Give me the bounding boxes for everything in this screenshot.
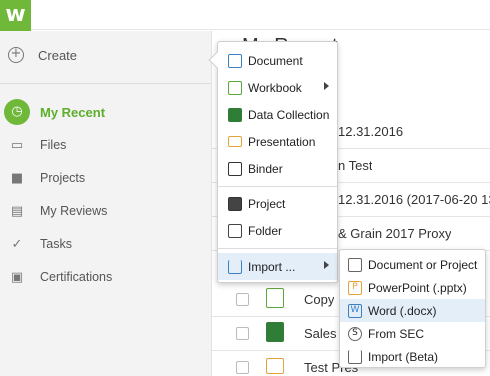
submenu-item-import-beta[interactable]: Import (Beta) [340,345,485,368]
menu-item-workbook[interactable]: Workbook [218,74,337,101]
sidebar-item-my-recent[interactable]: ◷ My Recent [4,99,106,125]
data-collection-icon [266,322,284,342]
row-checkbox[interactable] [236,327,249,340]
briefcase-icon [228,196,242,211]
document-project-icon [348,257,362,272]
menu-item-label: Folder [248,223,283,238]
menu-item-label: Project [248,196,286,211]
file-name: Copy [304,292,335,307]
presentation-icon [228,136,242,147]
file-name: 12.31.2016 (2017-06-20 13 [338,192,490,207]
file-name: & Grain 2017 Proxy [338,226,452,241]
sidebar: + Create ◷ My Recent ▭ Files ■ Projects … [0,31,212,376]
submenu-item-powerpoint[interactable]: P PowerPoint (.pptx) [340,276,485,299]
sidebar-item-label: My Recent [40,104,106,120]
menu-item-data-collection[interactable]: Data Collection [218,101,337,128]
submenu-item-label: Document or Project [368,257,478,272]
check-circle-icon: ✓ [11,236,23,252]
sidebar-item-projects[interactable]: ■ Projects [8,167,85,189]
comment-icon: ▤ [10,203,24,219]
file-name: 12.31.2016 [338,124,404,139]
submenu-item-label: PowerPoint (.pptx) [368,280,467,295]
sidebar-item-certifications[interactable]: ▣ Certifications [8,266,112,288]
folder-icon: ▭ [10,137,24,153]
presentation-icon [266,358,284,374]
workiva-logo[interactable]: w [0,0,31,31]
submenu-item-label: From SEC [368,326,425,341]
import-submenu: Document or Project P PowerPoint (.pptx)… [339,249,486,368]
sidebar-item-label: Projects [40,171,86,185]
menu-item-label: Data Collection [248,107,330,122]
sidebar-item-label: Files [40,138,67,152]
powerpoint-icon: P [348,280,362,295]
sidebar-item-label: My Reviews [40,204,108,218]
submenu-item-word[interactable]: W Word (.docx) [340,299,485,322]
clock-icon: ◷ [4,99,30,125]
chevron-right-icon [324,82,329,90]
workbook-icon [228,80,242,95]
menu-item-label: Workbook [248,80,302,95]
import-icon [228,259,242,274]
sidebar-item-tasks[interactable]: ✓ Tasks [8,233,72,255]
menu-item-label: Import ... [248,259,296,274]
create-menu: Document Workbook Data Collection Presen… [208,41,338,283]
submenu-item-label: Import (Beta) [368,349,439,364]
folder-icon [228,223,242,238]
binder-icon [228,161,242,176]
row-checkbox[interactable] [236,361,249,374]
create-label: Create [38,47,78,63]
menu-item-folder[interactable]: Folder [218,217,337,244]
file-name: Sales [304,326,337,341]
menu-divider [218,186,337,187]
submenu-item-document-or-project[interactable]: Document or Project [340,253,485,276]
word-icon: W [348,303,362,318]
create-button[interactable]: + Create [8,45,77,65]
menu-item-label: Binder [248,161,283,176]
plus-circle-icon: + [8,47,24,63]
workbook-icon [266,288,284,308]
chevron-right-icon [324,261,329,269]
data-collection-icon [228,107,242,122]
submenu-item-label: Word (.docx) [368,303,437,318]
menu-item-binder[interactable]: Binder [218,155,337,182]
briefcase-icon: ■ [10,170,24,186]
menu-item-document[interactable]: Document [218,47,337,74]
sec-icon: S [348,326,362,341]
menu-divider [218,248,337,249]
sidebar-divider [0,83,212,84]
menu-item-presentation[interactable]: Presentation [218,128,337,155]
row-checkbox[interactable] [236,293,249,306]
menu-item-label: Presentation [248,134,316,149]
sidebar-item-files[interactable]: ▭ Files [8,134,67,156]
top-bar: w [0,0,490,31]
sidebar-item-label: Tasks [40,237,72,251]
sidebar-item-label: Certifications [40,270,113,284]
certificate-icon: ▣ [10,269,24,285]
menu-item-label: Document [248,53,303,68]
sidebar-item-my-reviews[interactable]: ▤ My Reviews [8,200,108,222]
import-icon [348,349,362,364]
menu-item-project[interactable]: Project [218,190,337,217]
submenu-item-from-sec[interactable]: S From SEC [340,322,485,345]
menu-item-import[interactable]: Import ... [218,253,337,280]
file-name: n Test [338,158,373,173]
document-icon [228,53,242,68]
